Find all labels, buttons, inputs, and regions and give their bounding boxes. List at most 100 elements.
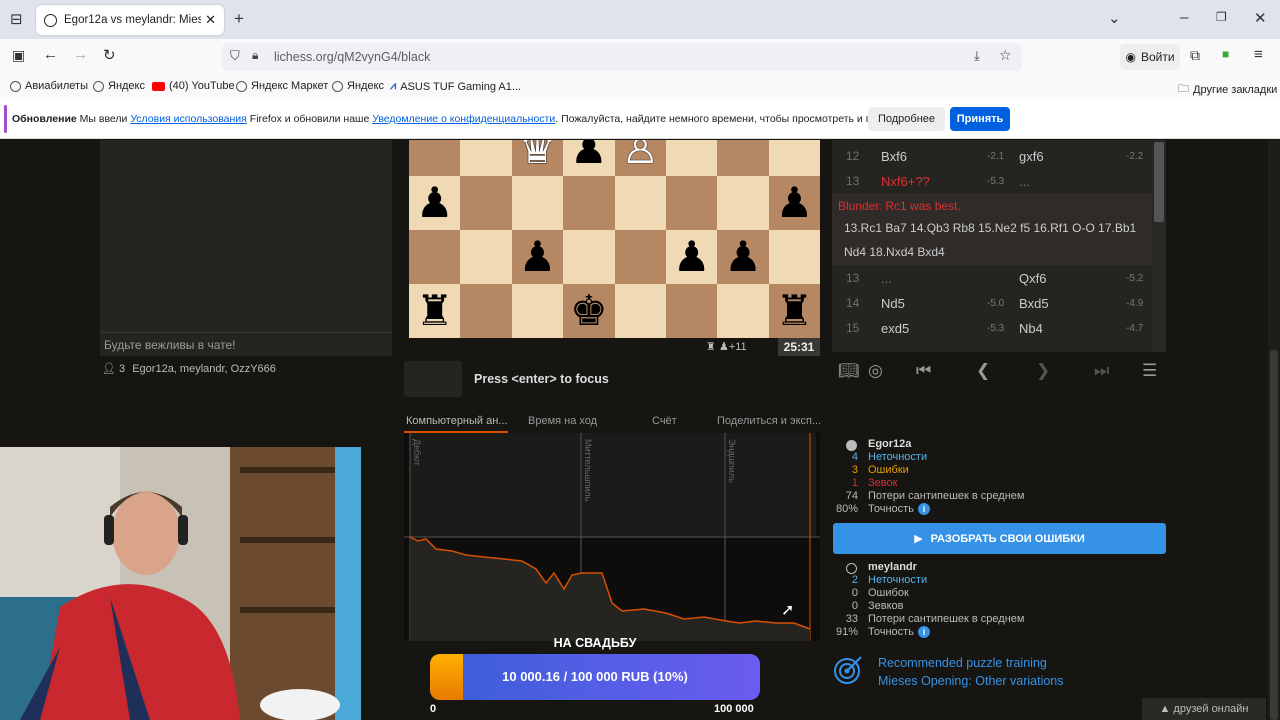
terms-link[interactable]: Условия использования xyxy=(130,113,247,125)
white-move[interactable]: Nd5 xyxy=(881,291,905,316)
comment-variation-2[interactable]: Nd4 18.Nxd4 Bxd4 xyxy=(844,245,945,259)
board-square[interactable] xyxy=(614,176,666,230)
review-mistakes-button[interactable]: ▶ РАЗОБРАТЬ СВОИ ОШИБКИ xyxy=(833,523,1166,554)
lock-icon[interactable]: 🔒︎ xyxy=(252,48,258,63)
board-square[interactable] xyxy=(460,284,512,338)
board-square[interactable] xyxy=(768,140,820,176)
restore-icon[interactable]: ❐ xyxy=(1216,10,1227,24)
black-move[interactable]: ... xyxy=(1019,169,1030,194)
forward-icon[interactable]: → xyxy=(73,46,88,63)
extension-icon[interactable]: ■ xyxy=(1222,47,1229,61)
board-square[interactable] xyxy=(511,176,564,230)
info-icon[interactable]: i xyxy=(918,626,930,638)
puzzle-training-link[interactable]: Recommended puzzle training xyxy=(878,656,1047,670)
friends-online-button[interactable]: ▲ друзей онлайн xyxy=(1142,698,1266,720)
board-square[interactable] xyxy=(614,284,666,338)
bookmark-yandex-market[interactable]: Яндекс Маркет xyxy=(236,80,328,92)
pawn-piece[interactable]: ♟ xyxy=(512,230,563,284)
tab-list-icon[interactable]: ⊟ xyxy=(10,10,23,28)
board-square[interactable] xyxy=(717,284,769,338)
board-square[interactable] xyxy=(717,140,769,176)
board-square[interactable] xyxy=(666,140,718,176)
move-row[interactable]: 13 ... Qxf6 -5.2 xyxy=(832,266,1154,291)
pawn-piece[interactable]: ♟ xyxy=(666,230,717,284)
black-move[interactable]: Qxf6 xyxy=(1019,266,1046,291)
bookmark-youtube[interactable]: (40) YouTube xyxy=(152,80,235,92)
tab-score[interactable]: Счёт xyxy=(652,415,677,427)
minimize-icon[interactable]: – xyxy=(1180,9,1188,26)
bookmark-asus[interactable]: ⩘ ASUS TUF Gaming A1... xyxy=(390,80,521,93)
move-list-scrollbar[interactable] xyxy=(1153,140,1165,352)
prev-move-icon[interactable]: ❮ xyxy=(976,361,990,381)
browser-tab[interactable]: Egor12a vs meylandr: Mieses O ✕ xyxy=(36,5,224,35)
move-row[interactable]: 14 Nd5 -5.0 Bxd5 -4.9 xyxy=(832,291,1154,316)
bookmark-yandex[interactable]: Яндекс xyxy=(93,80,145,92)
move-row[interactable]: 13 Nxf6+?? -5.3 ... xyxy=(832,169,1154,194)
last-move-icon[interactable]: ⏭ xyxy=(1094,361,1109,381)
board-square[interactable] xyxy=(409,230,461,284)
reload-icon[interactable]: ↻ xyxy=(103,46,116,64)
board-square[interactable] xyxy=(460,230,512,284)
player-name[interactable]: Egor12a xyxy=(868,438,911,450)
hamburger-menu-icon[interactable]: ☰ xyxy=(1142,361,1157,381)
bookmark-yandex-2[interactable]: Яндекс xyxy=(332,80,384,92)
board-square[interactable] xyxy=(409,140,461,176)
board-square[interactable] xyxy=(563,230,615,284)
blunder-label[interactable]: Зевок xyxy=(868,477,897,489)
tab-computer-analysis[interactable]: Компьютерный ан... xyxy=(406,415,507,427)
board-square[interactable] xyxy=(717,176,769,230)
white-move[interactable]: exd5 xyxy=(881,316,909,341)
queen-piece[interactable]: ♛ xyxy=(512,140,563,176)
board-square[interactable] xyxy=(563,176,615,230)
board-square[interactable] xyxy=(511,284,564,338)
pawn-piece[interactable]: ♟ xyxy=(409,176,460,230)
board-square[interactable] xyxy=(614,230,666,284)
chevron-down-icon[interactable]: ⌄ xyxy=(1108,9,1121,27)
practice-target-icon[interactable]: ◎ xyxy=(868,361,883,381)
back-icon[interactable]: ← xyxy=(43,46,58,63)
menu-icon[interactable]: ≡ xyxy=(1254,46,1263,63)
pawn-piece[interactable]: ♟ xyxy=(717,230,768,284)
player-name[interactable]: meylandr xyxy=(868,561,917,573)
scrollbar-thumb[interactable] xyxy=(1154,142,1164,222)
privacy-link[interactable]: Уведомление о конфиденциальности xyxy=(372,113,555,125)
board-square[interactable] xyxy=(460,140,512,176)
tab-close-icon[interactable]: ✕ xyxy=(205,12,216,28)
opening-puzzle-link[interactable]: Mieses Opening: Other variations xyxy=(878,674,1064,688)
pawn-piece-white[interactable]: ♙ xyxy=(615,140,666,176)
extensions-icon[interactable]: ⧉ xyxy=(1190,47,1200,64)
login-button[interactable]: ◉ Войти xyxy=(1120,44,1180,70)
shield-icon[interactable]: ⛉ xyxy=(230,48,240,64)
mistake-label[interactable]: Ошибки xyxy=(868,464,909,476)
board-square[interactable] xyxy=(666,176,718,230)
move-row[interactable]: 15 exd5 -5.3 Nb4 -4.7 xyxy=(832,316,1154,341)
more-button[interactable]: Подробнее xyxy=(868,107,945,131)
sidebar-icon[interactable]: ▣ xyxy=(12,47,25,64)
inaccuracy-label[interactable]: Неточности xyxy=(868,574,927,586)
new-tab-button[interactable]: + xyxy=(234,9,244,29)
accept-button[interactable]: Принять xyxy=(950,107,1010,131)
bookmark-aviabilety[interactable]: Авиабилеты xyxy=(10,80,88,92)
book-icon[interactable]: 📖︎ xyxy=(838,361,860,381)
info-icon[interactable]: i xyxy=(918,503,930,515)
pawn-piece[interactable]: ♟ xyxy=(563,140,614,176)
evaluation-graph[interactable]: Дебют Миттельшпиль Эндшпиль ➚ xyxy=(404,433,820,641)
white-move-blunder[interactable]: Nxf6+?? xyxy=(881,169,930,194)
bookmark-star-icon[interactable]: ☆ xyxy=(999,47,1012,64)
rook-piece[interactable]: ♜ xyxy=(409,284,460,338)
page-scrollbar-thumb[interactable] xyxy=(1270,350,1278,720)
chat-input[interactable]: Будьте вежливы в чате! xyxy=(100,332,392,356)
page-scrollbar[interactable] xyxy=(1268,140,1280,720)
chess-board[interactable]: ♛ ♟ ♙ ♟ ♟ ♟ ♟ ♟ ♜ ♚ ♜ h g f e d c b a 6 7 8 xyxy=(409,140,820,338)
keyboard-move-input[interactable] xyxy=(404,361,462,397)
board-square[interactable] xyxy=(666,284,718,338)
url-bar[interactable]: ⛉ 🔒︎ lichess.org/qM2vynG4/black ⤓ ☆ xyxy=(222,43,1022,71)
white-move[interactable]: Bxf6 xyxy=(881,144,907,169)
black-move[interactable]: Bxd5 xyxy=(1019,291,1049,316)
black-move[interactable]: Nb4 xyxy=(1019,316,1043,341)
other-bookmarks[interactable]: 🗀︎ Другие закладки xyxy=(1178,80,1277,99)
first-move-icon[interactable]: ⏮ xyxy=(916,361,931,381)
move-list[interactable]: 12 Bxf6 -2.1 gxf6 -2.2 13 Nxf6+?? -5.3 .… xyxy=(832,140,1166,352)
comment-variation-1[interactable]: 13.Rc1 Ba7 14.Qb3 Rb8 15.Ne2 f5 16.Rf1 O… xyxy=(844,221,1136,235)
tab-share-export[interactable]: Поделиться и эксп... xyxy=(717,415,821,427)
